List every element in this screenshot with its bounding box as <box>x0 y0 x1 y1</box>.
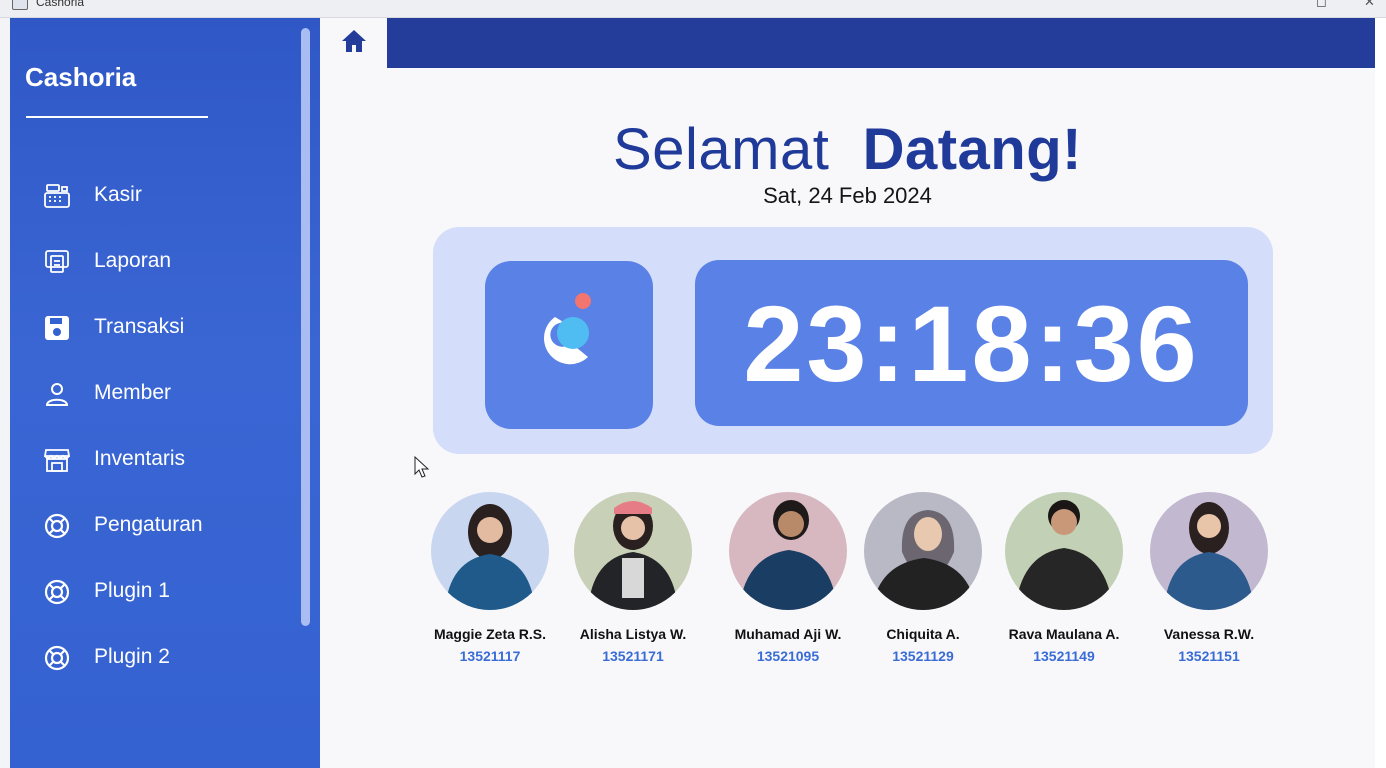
member-name: Alisha Listya W. <box>579 626 687 642</box>
member-nim: 13521117 <box>459 648 521 664</box>
member-nim: 13521171 <box>602 648 664 664</box>
member-nim: 13521095 <box>756 648 820 664</box>
cash-register-icon <box>42 181 72 211</box>
member-name: Maggie Zeta R.S. <box>433 626 547 642</box>
sidebar-item-label: Transaksi <box>94 315 185 338</box>
welcome-heading: Selamat Datang! <box>320 116 1375 183</box>
welcome-light-text: Selamat <box>613 117 830 182</box>
sidebar-item-inventaris[interactable]: Inventaris <box>10 433 290 485</box>
sidebar-item-plugin-1[interactable]: Plugin 1 <box>10 565 290 617</box>
member-photo <box>729 492 847 610</box>
brand-divider <box>26 116 208 118</box>
home-icon <box>341 28 367 59</box>
member-nim: 13521129 <box>892 648 954 664</box>
clock-panel: 23:18:36 <box>433 227 1273 454</box>
member-name: Vanessa R.W. <box>1163 626 1255 642</box>
team-member-card: Rava Maulana A. 13521149 <box>989 470 1139 670</box>
team-member-card: Chiquita A. 13521129 <box>848 470 998 670</box>
sidebar-item-label: Member <box>94 381 172 404</box>
sidebar-scrollbar[interactable] <box>301 28 310 626</box>
member-nim: 13521149 <box>1033 648 1095 664</box>
sidebar-item-plugin-2[interactable]: Plugin 2 <box>10 631 290 683</box>
member-photo <box>864 492 982 610</box>
close-icon[interactable]: ✕ <box>1364 0 1375 10</box>
mouse-cursor-icon <box>414 455 430 483</box>
sidebar-item-pengaturan[interactable]: Pengaturan <box>10 499 290 551</box>
sidebar: Cashoria Kasir Laporan Transaksi Member … <box>10 18 320 768</box>
app-icon <box>12 0 28 10</box>
clock-display: 23:18:36 <box>695 260 1248 426</box>
save-icon <box>42 313 72 343</box>
clock-time: 23:18:36 <box>743 282 1200 404</box>
header-bar <box>387 18 1375 68</box>
window-title: Cashoria <box>36 0 85 9</box>
sidebar-item-label: Plugin 1 <box>94 579 170 602</box>
team-member-card: Alisha Listya W. 13521171 <box>558 470 708 670</box>
main-content: Selamat Datang! Sat, 24 Feb 2024 23:18:3… <box>320 18 1375 768</box>
sidebar-item-member[interactable]: Member <box>10 367 290 419</box>
sidebar-item-label: Plugin 2 <box>94 645 170 668</box>
report-icon <box>42 247 72 277</box>
current-date: Sat, 24 Feb 2024 <box>763 183 932 208</box>
app-logo-tile <box>485 261 653 429</box>
brand-title: Cashoria <box>25 62 137 92</box>
sidebar-item-label: Inventaris <box>94 447 186 470</box>
team-member-card: Muhamad Aji W. 13521095 <box>713 470 863 670</box>
sidebar-item-laporan[interactable]: Laporan <box>10 235 290 287</box>
member-photo <box>574 492 692 610</box>
member-photo <box>1005 492 1123 610</box>
app-logo-icon <box>544 293 591 365</box>
sidebar-item-label: Laporan <box>94 249 172 272</box>
sidebar-item-kasir[interactable]: Kasir <box>10 169 290 221</box>
store-icon <box>42 445 72 475</box>
window-edge <box>1375 18 1386 768</box>
sidebar-item-label: Kasir <box>94 183 142 206</box>
welcome-bold-text: Datang! <box>862 117 1082 182</box>
home-tab[interactable] <box>320 18 387 68</box>
lifebuoy-icon <box>42 511 72 541</box>
minimize-icon[interactable]: ◻ <box>1316 0 1327 10</box>
member-photo <box>1150 492 1268 610</box>
team-member-card: Maggie Zeta R.S. 13521117 <box>415 470 565 670</box>
team-member-card: Vanessa R.W. 13521151 <box>1134 470 1284 670</box>
member-name: Chiquita A. <box>886 626 960 642</box>
member-nim: 13521151 <box>1178 648 1240 664</box>
member-photo <box>431 492 549 610</box>
member-name: Muhamad Aji W. <box>734 626 842 642</box>
sidebar-item-label: Pengaturan <box>94 513 203 536</box>
member-name: Rava Maulana A. <box>1008 626 1120 642</box>
lifebuoy-icon <box>42 643 72 673</box>
lifebuoy-icon <box>42 577 72 607</box>
sidebar-item-transaksi[interactable]: Transaksi <box>10 301 290 353</box>
window-titlebar: Cashoria ◻ ✕ <box>0 0 1386 18</box>
user-icon <box>42 379 72 409</box>
